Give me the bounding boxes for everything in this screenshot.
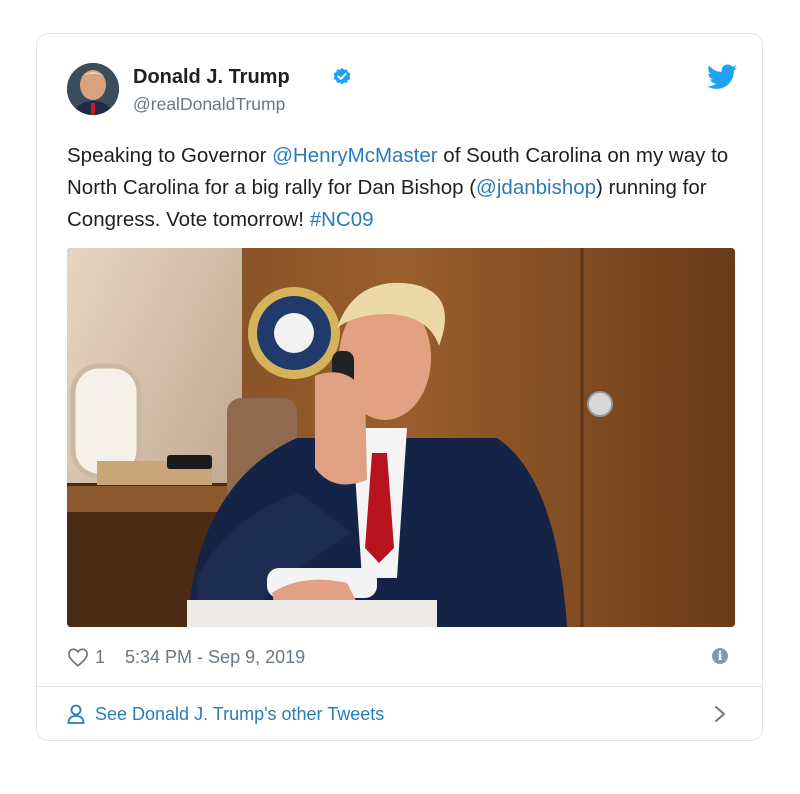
tweet-meta: 1 5:34 PM - Sep 9, 2019 (67, 645, 305, 669)
like-count[interactable]: 1 (95, 647, 105, 668)
chevron-right-icon[interactable] (713, 704, 727, 724)
tweet-link[interactable]: @jdanbishop (476, 176, 596, 199)
author-name[interactable]: Donald J. Trump (133, 66, 290, 89)
footer-divider (37, 686, 762, 687)
tweet-timestamp[interactable]: 5:34 PM - Sep 9, 2019 (125, 647, 305, 668)
see-other-tweets-link[interactable]: See Donald J. Trump's other Tweets (67, 702, 384, 726)
tweet-photo[interactable] (67, 248, 735, 627)
see-other-tweets-label: See Donald J. Trump's other Tweets (95, 703, 385, 724)
tweet-link[interactable]: @HenryMcMaster (272, 144, 437, 167)
tweet-card: Donald J. Trump @realDonaldTrump Speakin… (36, 33, 763, 741)
twitter-bird-icon[interactable] (707, 64, 737, 90)
person-icon (67, 704, 85, 724)
verified-badge-icon (333, 67, 351, 85)
tweet-link[interactable]: #NC09 (310, 208, 374, 231)
tweet-text: Speaking to Governor @HenryMcMaster of S… (67, 140, 742, 236)
info-icon[interactable]: i (712, 648, 728, 664)
author-handle[interactable]: @realDonaldTrump (133, 94, 285, 115)
author-avatar[interactable] (67, 63, 119, 115)
heart-icon[interactable] (67, 647, 89, 667)
tweet-text-segment: Speaking to Governor (67, 144, 273, 167)
